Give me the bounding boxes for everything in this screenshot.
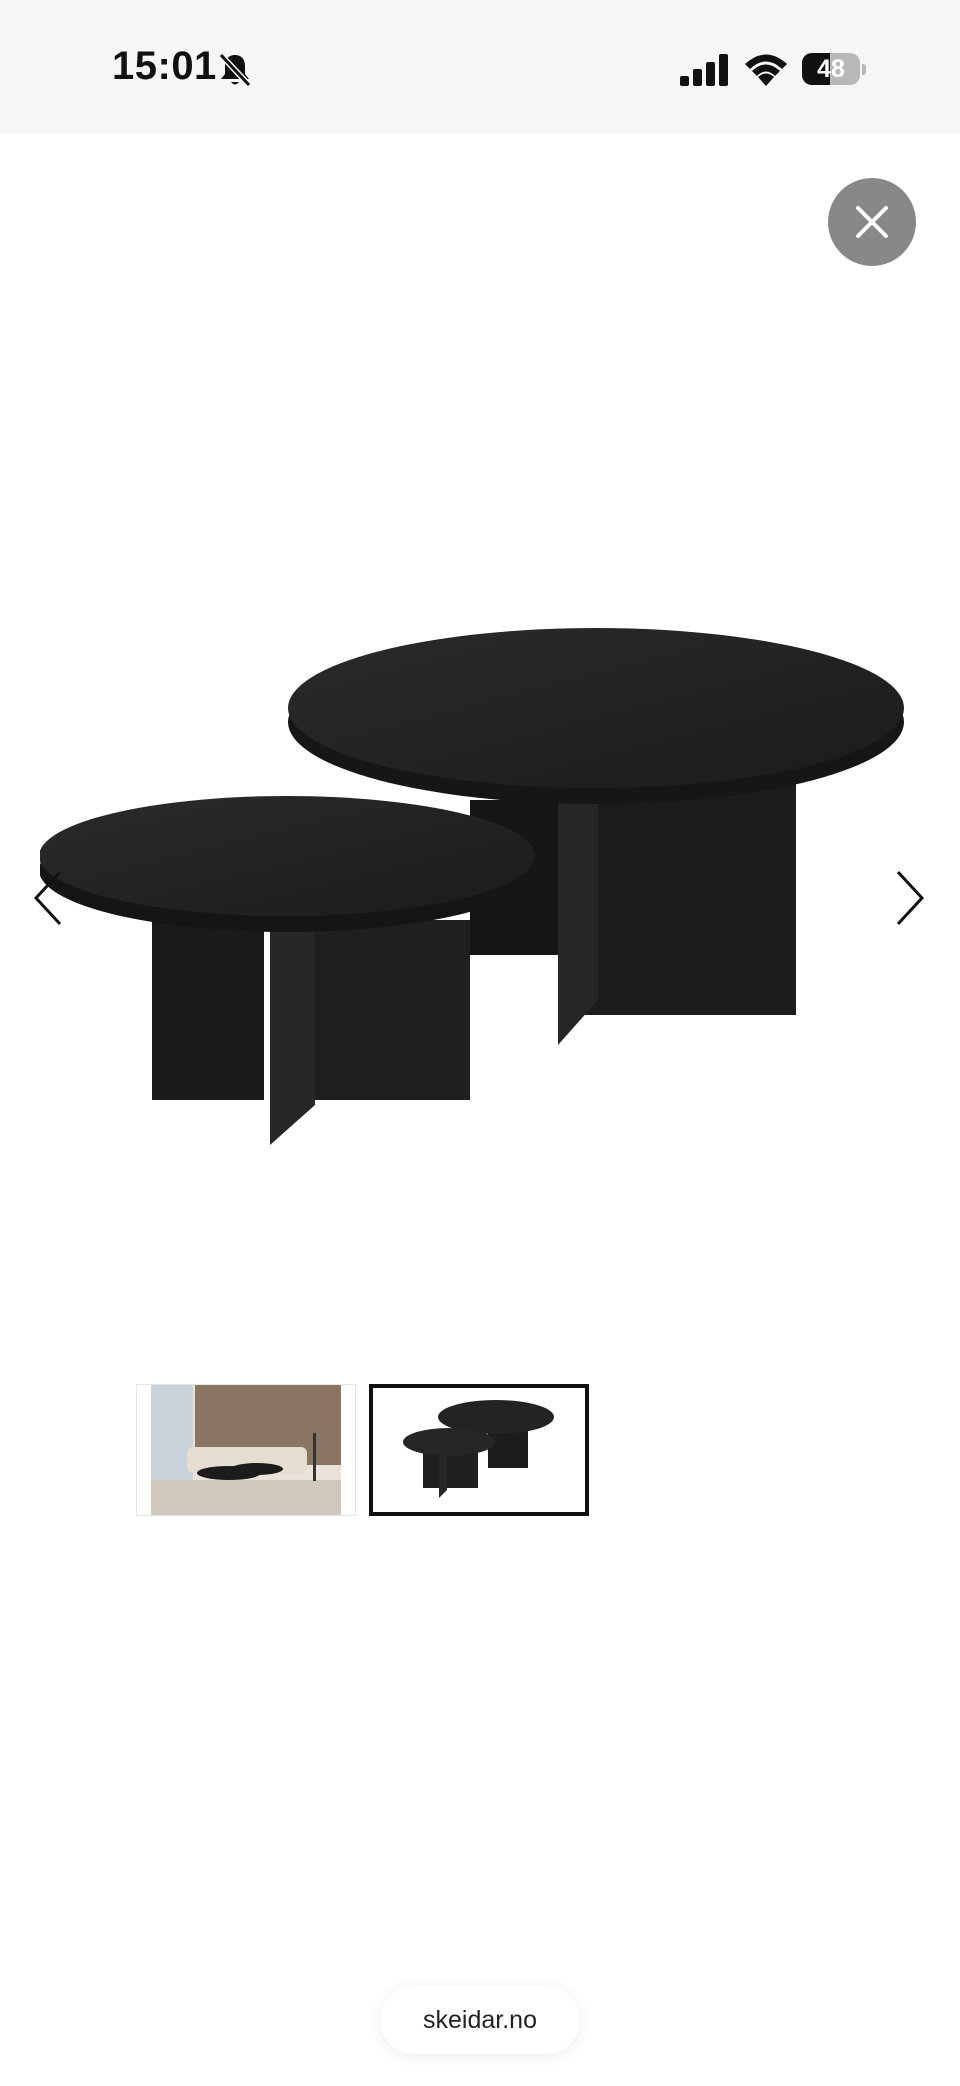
chevron-left-icon[interactable] [30,866,70,930]
cellular-signal-icon [680,54,728,86]
thumbnail-lifestyle[interactable] [136,1384,356,1516]
domain-label[interactable]: skeidar.no [380,1986,580,2054]
wifi-icon [745,54,787,86]
battery-icon: 48 [802,53,866,87]
close-button[interactable] [828,178,916,266]
product-image [40,628,904,1145]
thumbnail-image [403,1400,554,1498]
battery-level: 48 [817,55,845,83]
status-bar: 15:01 48 [0,0,960,134]
bell-slash-icon [218,52,252,88]
thumbnail-image [151,1385,341,1515]
thumbnail-product[interactable] [369,1384,589,1516]
chevron-right-icon[interactable] [888,866,928,930]
status-time: 15:01 [112,44,217,88]
close-icon [856,206,888,238]
